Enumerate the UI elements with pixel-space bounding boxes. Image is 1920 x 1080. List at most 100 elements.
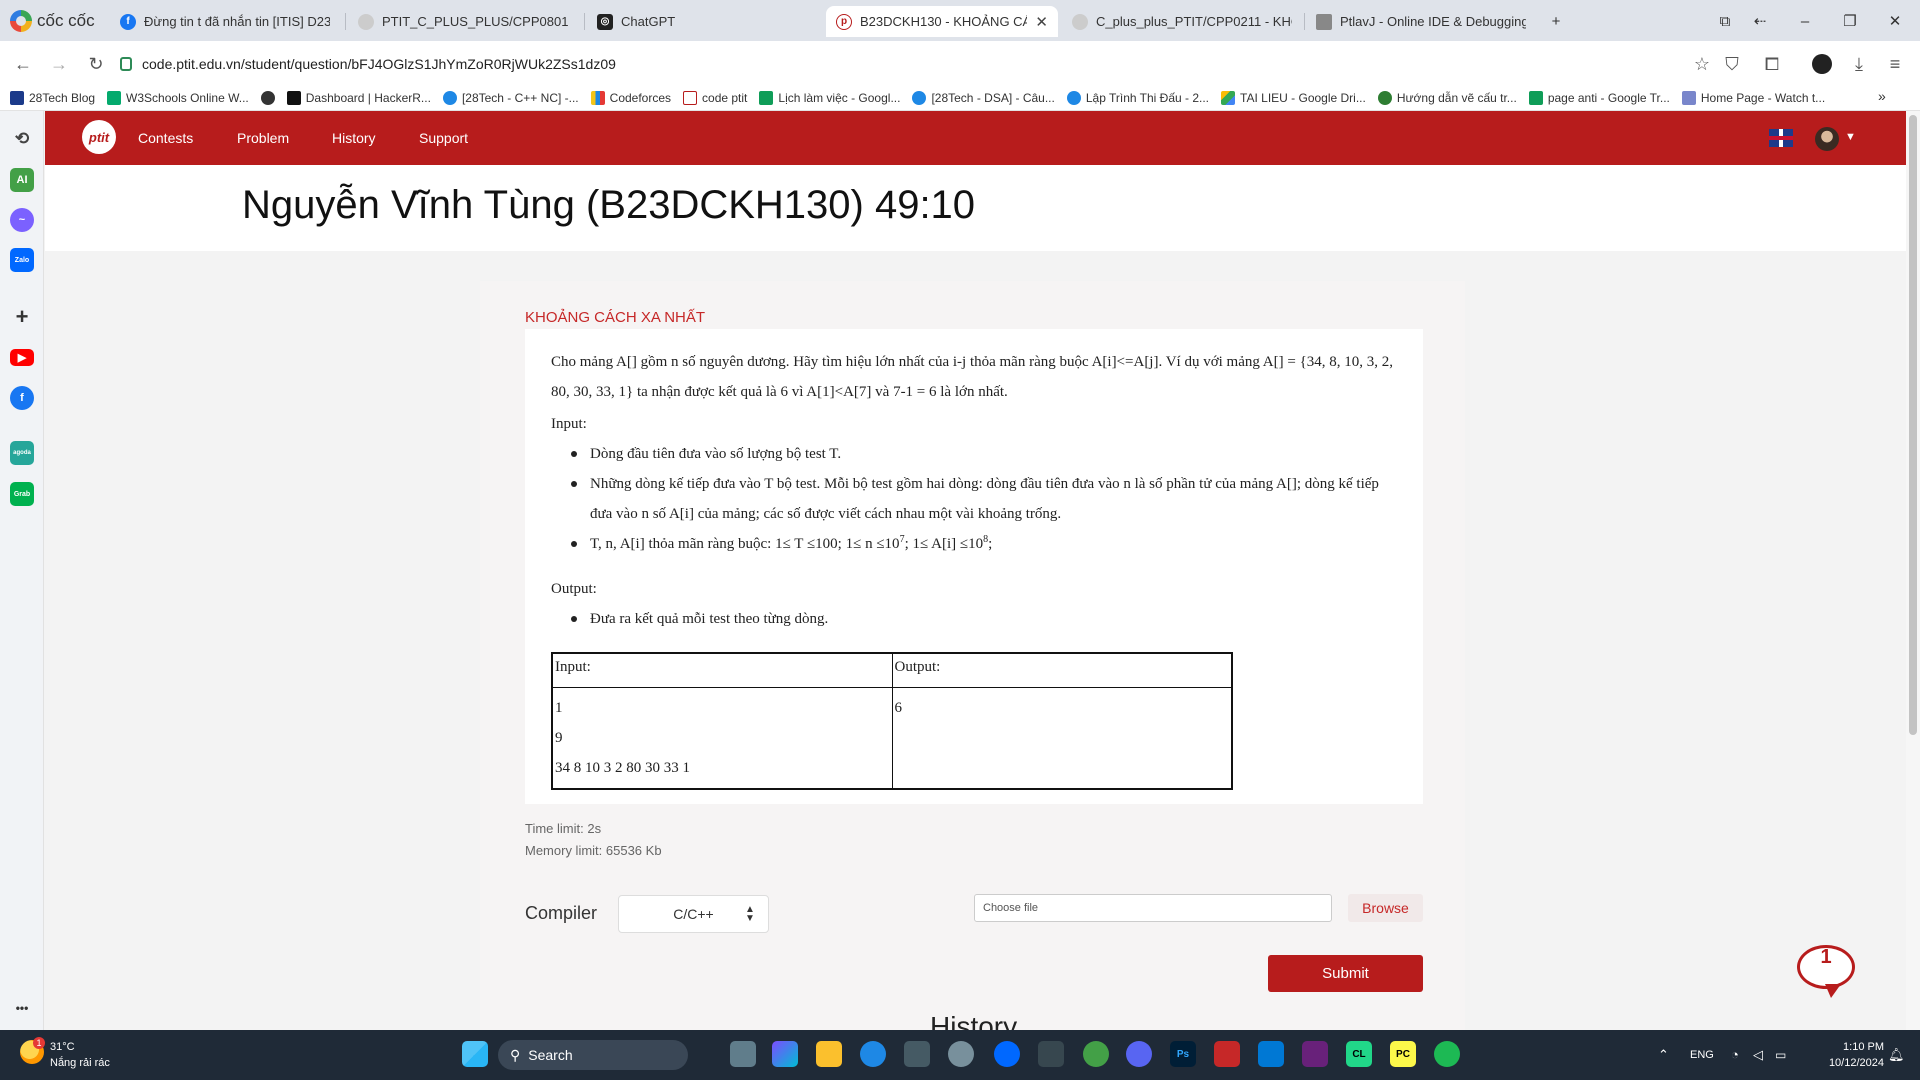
sample-line: 1 <box>555 699 563 716</box>
clion-icon[interactable]: CL <box>1346 1041 1372 1067</box>
nav-support[interactable]: Support <box>419 130 468 146</box>
file-explorer-icon[interactable] <box>816 1041 842 1067</box>
bookmark-page-anti[interactable]: page anti - Google Tr... <box>1528 91 1670 105</box>
input-language[interactable]: ENG <box>1690 1049 1714 1061</box>
bookmark-code-ptit[interactable]: code ptit <box>683 91 747 105</box>
battery-icon[interactable]: ▭ <box>1775 1048 1786 1062</box>
nav-history[interactable]: History <box>332 130 376 146</box>
grab-icon[interactable]: Grab <box>10 482 34 506</box>
window-close-button[interactable]: ✕ <box>1880 9 1910 33</box>
youtube-icon[interactable]: ▶ <box>10 349 34 366</box>
vscode-icon[interactable] <box>1258 1041 1284 1067</box>
bookmark-hackerrank[interactable]: Dashboard | HackerR... <box>286 91 431 105</box>
taskbar-search[interactable]: ⚲ Search <box>498 1040 688 1070</box>
bookmark-label: [28Tech - DSA] - Câu... <box>931 91 1055 105</box>
restore-button[interactable]: ❐ <box>1835 9 1865 33</box>
more-icon[interactable]: ••• <box>10 996 34 1020</box>
bookmark-home-page[interactable]: Home Page - Watch t... <box>1681 91 1825 105</box>
history-icon[interactable]: ⟲ <box>10 127 34 151</box>
tab-github-cpp0211[interactable]: C_plus_plus_PTIT/CPP0211 - KHOẢ <box>1062 6 1302 37</box>
menu-icon[interactable]: ≡ <box>1882 51 1908 77</box>
zalo-app-icon[interactable] <box>994 1041 1020 1067</box>
discord-icon[interactable] <box>1126 1041 1152 1067</box>
unity-icon[interactable] <box>1038 1041 1064 1067</box>
browser-brand-label: cốc cốc <box>37 11 95 30</box>
uk-flag-cross <box>1769 136 1793 140</box>
devcpp-icon[interactable] <box>1214 1041 1240 1067</box>
ptit-icon <box>683 91 698 105</box>
wifi-icon[interactable]: ◔ <box>1731 1047 1739 1062</box>
bookmark-huong-dan[interactable]: Hướng dẫn vẽ cấu tr... <box>1377 91 1517 105</box>
volume-icon[interactable]: ◁ <box>1753 1047 1763 1063</box>
spotify-icon[interactable] <box>1434 1041 1460 1067</box>
nav-contests[interactable]: Contests <box>138 130 193 146</box>
messenger-icon[interactable]: ~ <box>10 208 34 232</box>
bookmark-28tech-dsa[interactable]: [28Tech - DSA] - Câu... <box>912 91 1055 105</box>
shield-icon[interactable]: ⛉ <box>1719 51 1745 77</box>
windows-start-icon[interactable] <box>462 1041 488 1067</box>
notification-bell-icon[interactable]: 🔔︎ <box>1888 1047 1905 1063</box>
coccoc-app-icon[interactable] <box>1083 1041 1109 1067</box>
store-icon[interactable] <box>904 1041 930 1067</box>
back-button[interactable]: ← <box>10 51 36 77</box>
compiler-value: C/C++ <box>673 906 714 922</box>
avatar[interactable] <box>1815 127 1839 151</box>
photoshop-icon[interactable]: Ps <box>1170 1041 1196 1067</box>
profile-icon[interactable] <box>1809 51 1835 77</box>
chevron-up-icon[interactable]: ⌃ <box>1658 1047 1669 1063</box>
download-icon[interactable]: ⤓ <box>1846 51 1872 77</box>
task-view-icon[interactable] <box>730 1041 756 1067</box>
submit-button[interactable]: Submit <box>1268 955 1423 992</box>
clock-time[interactable]: 1:10 PM <box>1830 1041 1884 1053</box>
tab-ide[interactable]: PtlavJ - Online IDE & Debugging <box>1306 6 1536 37</box>
clock-date[interactable]: 10/12/2024 <box>1810 1057 1884 1069</box>
url-bar[interactable]: code.ptit.edu.vn/student/question/bFJ4OG… <box>120 51 1640 77</box>
tab-facebook[interactable]: f Đừng tin t đã nhắn tin [ITIS] D23 <box>110 6 340 37</box>
browser-brand[interactable]: cốc cốc <box>10 9 95 33</box>
scrollbar-thumb[interactable] <box>1909 115 1917 735</box>
ptit-logo[interactable]: ptit <box>82 120 116 154</box>
problem-description: Cho mảng A[] gồm n số nguyên dương. Hãy … <box>551 354 1394 400</box>
reload-button[interactable]: ↻ <box>83 51 109 77</box>
chevron-down-icon[interactable]: ▼ <box>1845 131 1856 143</box>
tab-github-cpp0801[interactable]: PTIT_C_PLUS_PLUS/CPP0801 - Sac <box>348 6 580 37</box>
add-icon[interactable]: + <box>10 304 34 329</box>
bookmarks-overflow-icon[interactable]: » <box>1878 88 1886 104</box>
tab-back-icon[interactable]: ⇠ <box>1745 9 1775 33</box>
facebook-icon: f <box>120 13 136 30</box>
tab-chatgpt[interactable]: ◎ ChatGPT <box>587 6 817 37</box>
close-icon[interactable]: ✕ <box>1035 13 1048 31</box>
browse-button[interactable]: Browse <box>1348 894 1423 922</box>
minimize-button[interactable]: – <box>1790 9 1820 33</box>
bookmark-star-icon[interactable]: ☆ <box>1689 51 1715 77</box>
bookmark-28tech-cpp[interactable]: [28Tech - C++ NC] -... <box>442 91 579 105</box>
bookmark-codeforces[interactable]: Codeforces <box>590 91 671 105</box>
ai-icon[interactable]: AI <box>10 168 34 192</box>
bookmark-unnamed[interactable] <box>260 91 275 105</box>
zalo-icon[interactable]: Zalo <box>10 248 34 272</box>
nav-problem[interactable]: Problem <box>237 130 289 146</box>
url-text: code.ptit.edu.vn/student/question/bFJ4OG… <box>142 56 616 72</box>
agoda-icon[interactable]: agoda <box>10 441 34 465</box>
extensions-icon[interactable]: ⧠ <box>1759 51 1785 77</box>
facebook-icon[interactable]: f <box>10 386 34 410</box>
bookmark-lich-lam-viec[interactable]: Lịch làm việc - Googl... <box>759 91 900 105</box>
edge-icon[interactable] <box>860 1041 886 1067</box>
settings-gear-icon[interactable] <box>948 1041 974 1067</box>
chatgpt-icon: ◎ <box>597 13 613 30</box>
tab-ptit-active[interactable]: p B23DCKH130 - KHOẢNG CÁC ✕ <box>826 6 1058 37</box>
bookmark-label: page anti - Google Tr... <box>1547 91 1670 105</box>
pycharm-icon[interactable]: PC <box>1390 1041 1416 1067</box>
sheets-icon <box>1528 91 1543 105</box>
bookmark-w3schools[interactable]: W3Schools Online W... <box>107 91 249 105</box>
bookmark-tai-lieu[interactable]: TAI LIEU - Google Dri... <box>1221 91 1366 105</box>
copilot-icon[interactable] <box>772 1041 798 1067</box>
file-input[interactable]: Choose file <box>974 894 1332 922</box>
new-tab-button[interactable]: + <box>1541 9 1571 33</box>
visual-studio-icon[interactable] <box>1302 1041 1328 1067</box>
bookmark-28tech-blog[interactable]: 28Tech Blog <box>10 91 95 105</box>
forward-button[interactable]: → <box>46 51 72 77</box>
tab-search-icon[interactable]: ⧉ <box>1710 9 1740 33</box>
bookmark-lap-trinh-thi-dau[interactable]: Lập Trình Thi Đấu - 2... <box>1066 91 1209 105</box>
tab-title: C_plus_plus_PTIT/CPP0211 - KHOẢ <box>1096 14 1292 29</box>
